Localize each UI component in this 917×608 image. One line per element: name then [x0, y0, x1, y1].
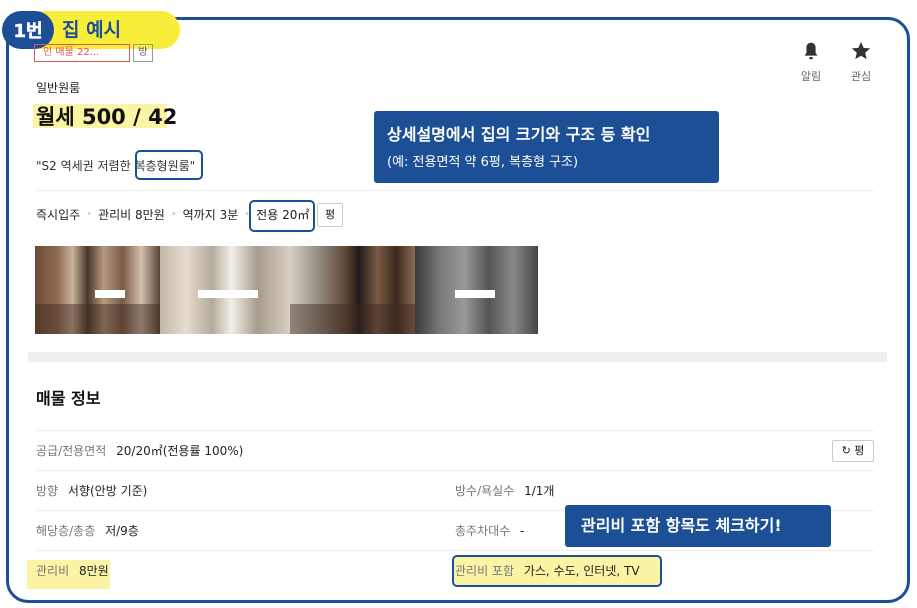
floor-value: 저/9층: [105, 524, 139, 538]
move-in: 즉시입주: [36, 208, 81, 222]
room-photo[interactable]: [160, 246, 290, 334]
area-value: 20/20㎡(전용률 100%): [116, 444, 244, 458]
favorite-button[interactable]: 관심: [847, 40, 875, 84]
description-highlight-box: [135, 150, 203, 180]
room-photo[interactable]: [290, 246, 415, 334]
room-type: 일반원룸: [36, 81, 81, 95]
room-photo[interactable]: [415, 246, 538, 334]
area-unit-label: 평: [854, 444, 865, 457]
detail-callout-title: 상세설명에서 집의 크기와 구조 등 확인: [387, 125, 651, 144]
maintenance-included-label: 관리비 포함: [455, 564, 515, 578]
pyeong-toggle-button[interactable]: 평: [317, 203, 343, 227]
area-highlight-box: [249, 200, 315, 232]
maintenance-included-cell: 관리비 포함 가스, 수도, 인터넷, TV: [455, 551, 640, 591]
parking-cell: 총주차대수 -: [455, 511, 524, 551]
info-row: 방향 서향(안방 기준) 방수/욕실수 1/1개: [36, 470, 874, 510]
divider: [36, 190, 874, 191]
bell-icon: [804, 42, 818, 60]
separator-dot: •: [86, 209, 93, 220]
photo-strip: [35, 246, 538, 334]
star-icon: [851, 41, 871, 60]
partial-room-button[interactable]: 방: [133, 44, 153, 62]
floor-cell: 해당층/총층 저/9층: [36, 511, 139, 551]
rooms-value: 1/1개: [524, 484, 555, 498]
section-gap: [28, 352, 887, 362]
maintenance-cell: 관리비 8만원: [36, 551, 109, 591]
favorite-label: 관심: [850, 70, 872, 83]
maintenance-label: 관리비: [36, 564, 70, 578]
refresh-icon: ↻: [841, 444, 851, 457]
room-photo[interactable]: [35, 246, 160, 334]
area-label: 공급/전용면적: [36, 444, 107, 458]
parking-value: -: [520, 524, 525, 538]
info-row-area: 공급/전용면적 20/20㎡(전용률 100%) ↻ 평: [36, 430, 874, 470]
separator-dot: •: [170, 209, 177, 220]
maintenance-summary: 관리비 8만원: [98, 208, 165, 222]
maintenance-included-value: 가스, 수도, 인터넷, TV: [523, 564, 640, 578]
station-distance: 역까지 3분: [182, 208, 239, 222]
detail-callout: 상세설명에서 집의 크기와 구조 등 확인 (예: 전용면적 약 6평, 복층형…: [374, 111, 719, 183]
maintenance-callout: 관리비 포함 항목도 체크하기!: [565, 505, 831, 547]
parking-label: 총주차대수: [455, 524, 511, 538]
price: 월세 500 / 42: [36, 105, 178, 129]
partial-badge: 인 매물 22...: [34, 44, 130, 62]
info-row: 관리비 8만원 관리비 포함 가스, 수도, 인터넷, TV: [36, 550, 874, 590]
floor-label: 해당층/총층: [36, 524, 96, 538]
maintenance-value: 8만원: [78, 564, 109, 578]
area-unit-toggle-button[interactable]: ↻ 평: [832, 440, 874, 462]
direction-value: 서향(안방 기준): [67, 484, 148, 498]
detail-callout-sub: (예: 전용면적 약 6평, 복층형 구조): [387, 155, 579, 170]
top-actions: 알림 관심: [797, 40, 875, 84]
direction-cell: 방향 서향(안방 기준): [36, 471, 147, 511]
alert-button[interactable]: 알림: [797, 40, 825, 84]
direction-label: 방향: [36, 484, 59, 498]
alert-label: 알림: [800, 70, 822, 83]
rooms-cell: 방수/욕실수 1/1개: [455, 471, 554, 511]
area-cell: 공급/전용면적 20/20㎡(전용률 100%): [36, 431, 243, 471]
section-title: 매물 정보: [36, 389, 101, 408]
rooms-label: 방수/욕실수: [455, 484, 515, 498]
